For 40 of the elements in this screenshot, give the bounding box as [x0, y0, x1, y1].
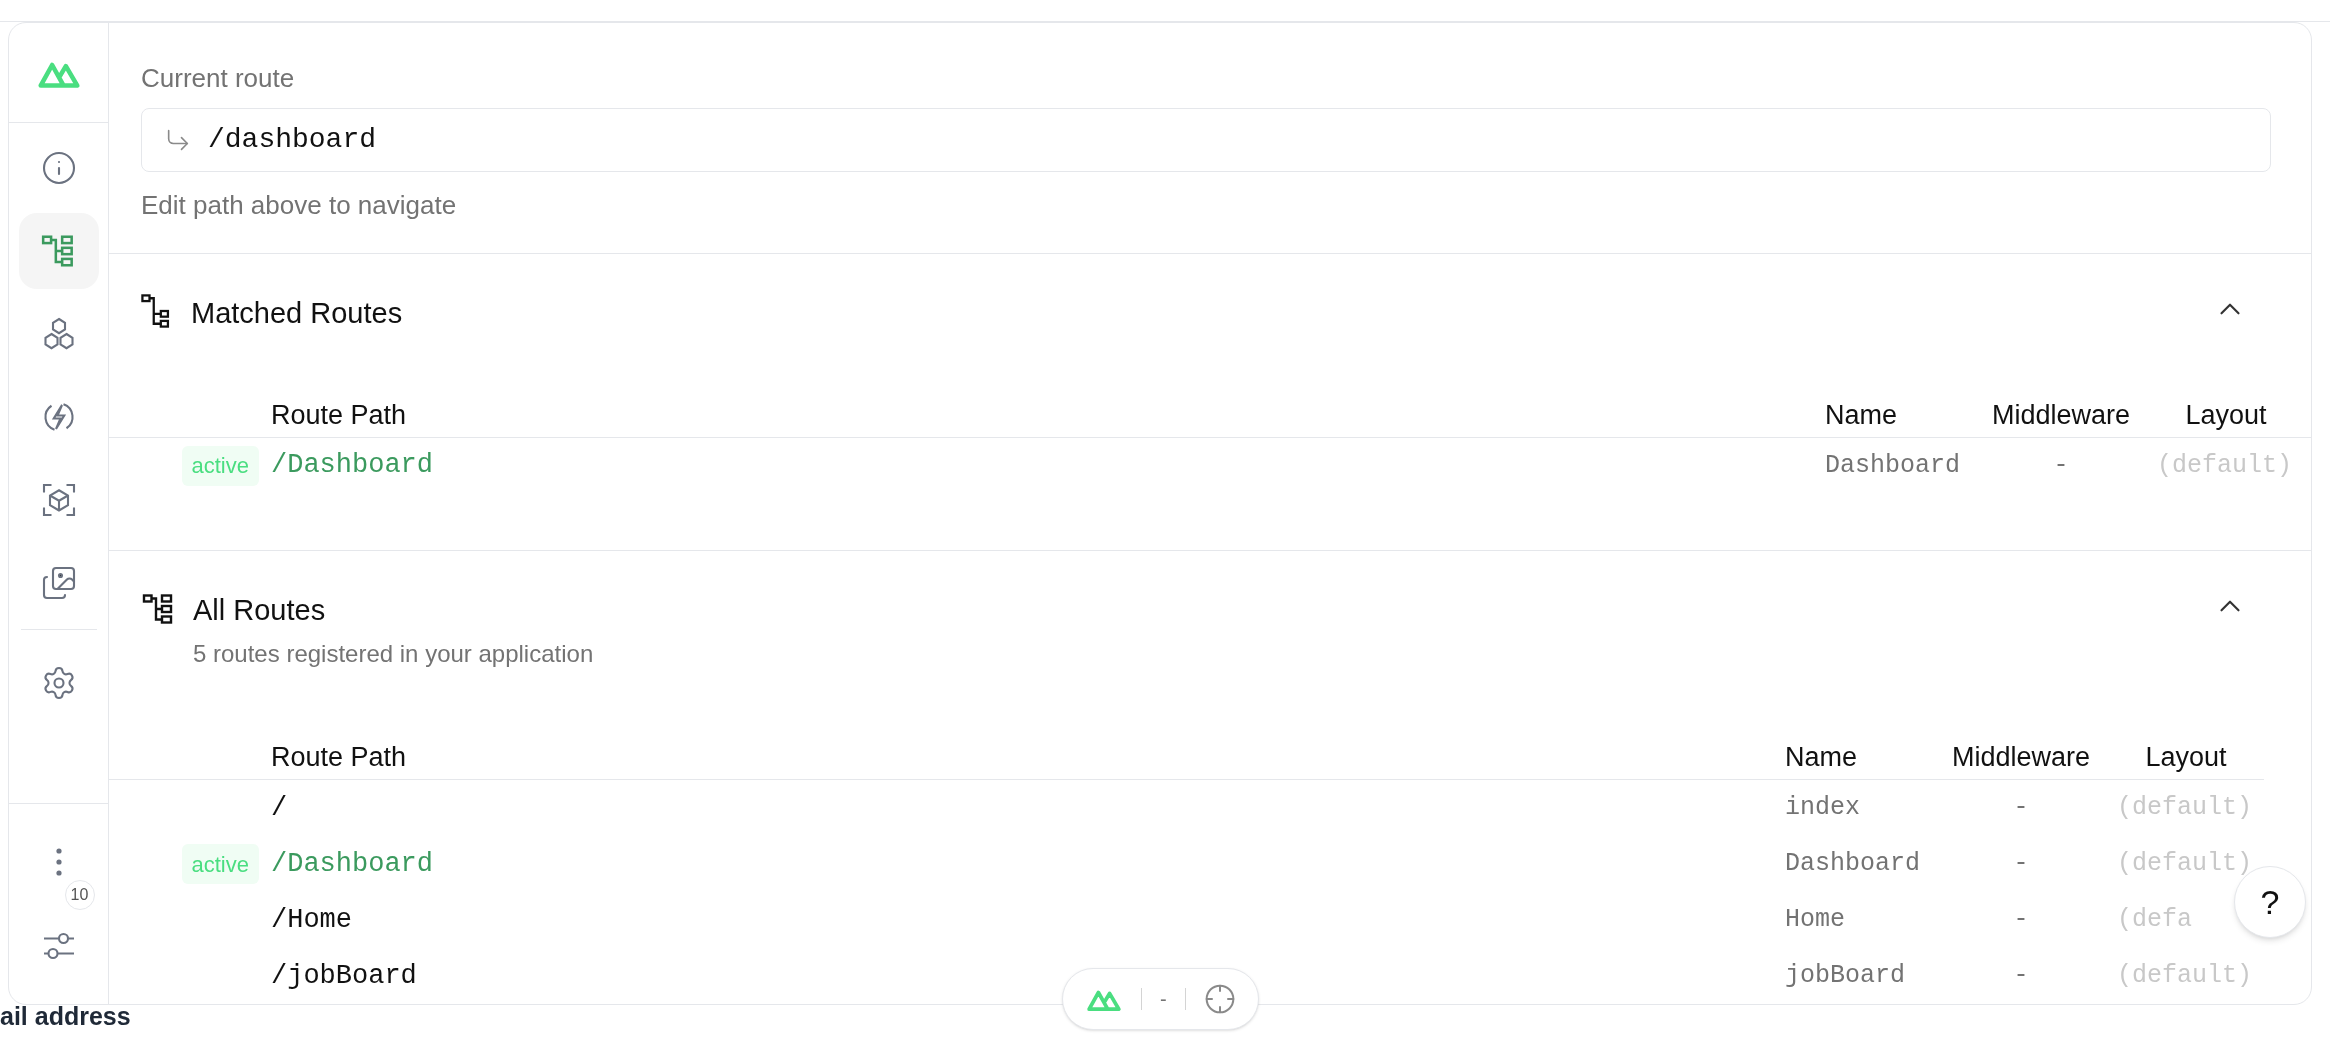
middleware-value: - [2013, 904, 2029, 937]
page-label: ail address [0, 1001, 131, 1032]
middleware-value: - [2053, 449, 2069, 482]
section-title: All Routes [193, 592, 327, 628]
column-header: Middleware [1991, 398, 2131, 432]
route-path-link[interactable]: /jobBoard [271, 960, 417, 991]
middleware-value: - [2013, 848, 2029, 881]
images-icon [40, 565, 77, 601]
column-header: Layout [2145, 741, 2227, 775]
column-header: Middleware [1951, 741, 2091, 775]
route-path-link[interactable]: /Dashboard [271, 450, 434, 481]
column-header: Name [1825, 398, 1899, 432]
route-path-link[interactable]: / [271, 792, 288, 823]
route-name: jobBoard [1785, 961, 1906, 991]
route-path-link[interactable]: /Home [271, 904, 352, 935]
count-badge: 10 [64, 880, 95, 910]
column-header: Route Path [271, 398, 408, 432]
middleware-value: - [2013, 960, 2029, 993]
more-icon [55, 848, 62, 876]
column-header: Name [1785, 741, 1859, 775]
section-title: Matched Routes [191, 296, 404, 331]
route-path-link[interactable]: /Dashboard [271, 848, 434, 879]
route-name: index [1785, 793, 1860, 823]
route-name: Dashboard [1825, 450, 1961, 480]
active-badge: active [181, 844, 259, 884]
crosshair-icon[interactable] [1203, 983, 1236, 1015]
current-route-label: Current route [141, 62, 296, 95]
section-subtitle: 5 routes registered in your application [193, 639, 595, 669]
route-name: Home [1785, 905, 1845, 935]
route-input[interactable]: /dashboard [141, 108, 2271, 172]
middleware-value: - [2013, 792, 2029, 825]
column-header: Layout [2185, 398, 2267, 432]
sidebar-item[interactable] [18, 213, 99, 289]
route-name: Dashboard [1785, 849, 1921, 879]
cube-frame-icon [40, 482, 77, 518]
toolbar-value: - [1160, 987, 1167, 1012]
active-badge: active [181, 445, 259, 486]
column-header: Route Path [271, 741, 408, 775]
route-hint: Edit path above to navigate [141, 189, 458, 222]
info-icon [40, 150, 77, 186]
